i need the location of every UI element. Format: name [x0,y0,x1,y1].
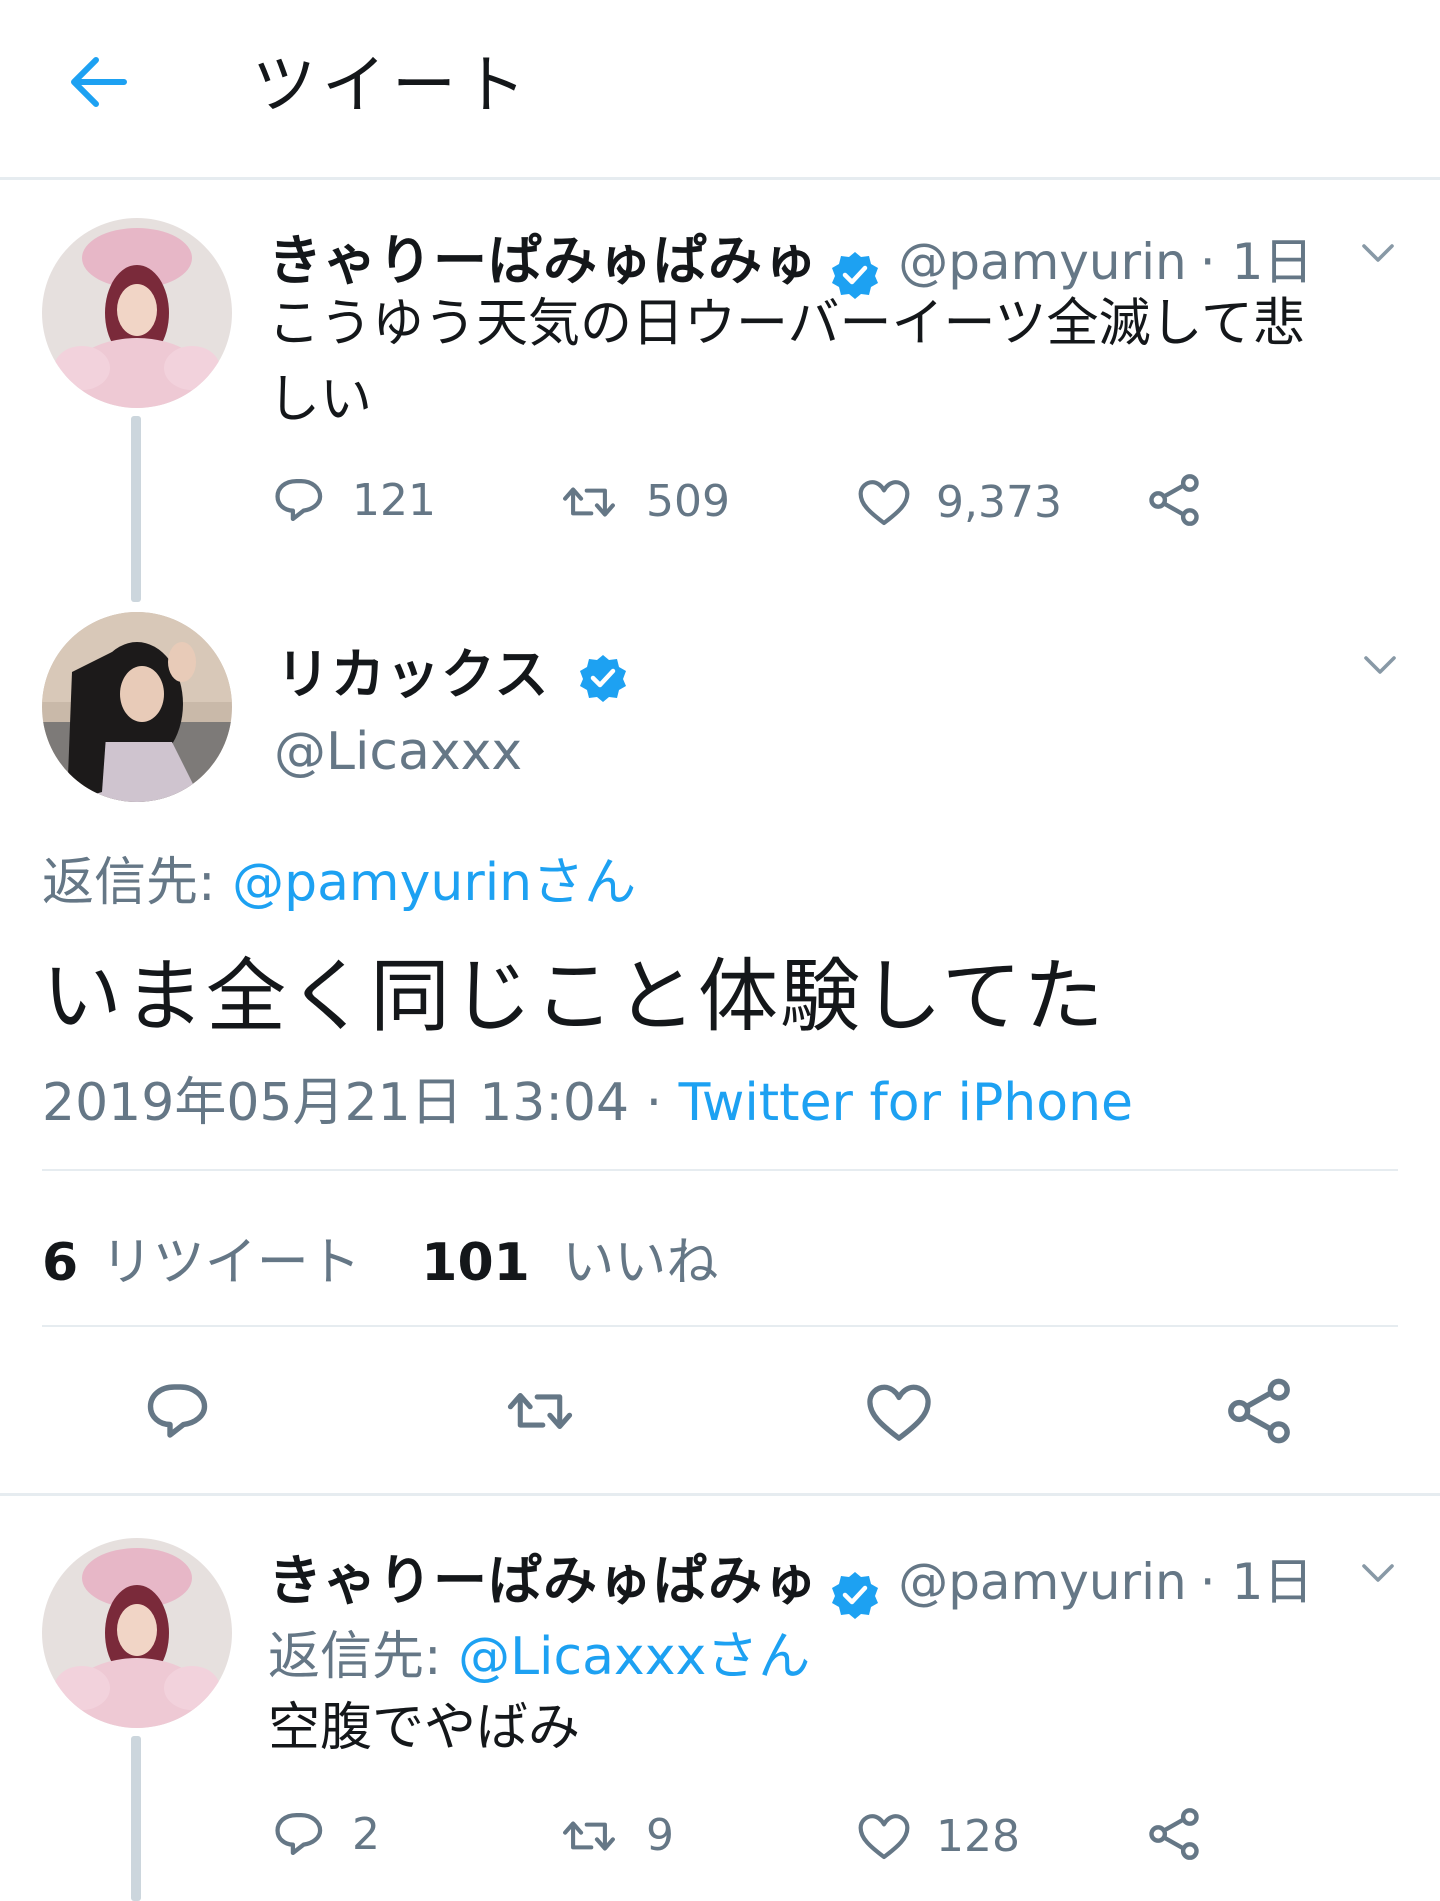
header-bar: ツイート [0,0,1440,178]
retweet-icon [556,477,622,527]
like-total: 101 [421,1233,530,1293]
avatar[interactable] [42,1538,232,1728]
retweet-icon[interactable] [500,1380,580,1442]
avatar[interactable] [42,218,232,408]
user-handle[interactable]: @pamyurin [898,233,1187,291]
chevron-down-icon[interactable] [1362,652,1398,678]
reply-context: 返信先: @Licaxxxさん [268,1614,810,1689]
like-label: いいね [562,1233,719,1293]
reply-button[interactable]: 121 [272,474,436,526]
retweet-total: 6 [42,1233,79,1293]
page-title: ツイート [252,49,532,123]
reply-prefix: 返信先: [42,853,216,913]
heart-icon [856,476,912,528]
thread-line [131,416,141,602]
like-button[interactable]: 128 [856,1810,1020,1862]
main-tweet-text: いま全く同じこと体験してた [42,950,1106,1043]
tweet-date: 2019年05月21日 13:04 [42,1073,630,1133]
chevron-down-icon[interactable] [1360,1560,1396,1586]
tweet-source-link[interactable]: Twitter for iPhone [679,1073,1133,1133]
thread-line [131,1736,141,1901]
reply-to-link[interactable]: @pamyurinさん [232,853,636,913]
user-handle[interactable]: @pamyurin [898,1553,1187,1611]
back-arrow-icon[interactable] [66,50,130,114]
retweet-count: 509 [646,476,730,527]
share-icon [1146,1806,1202,1862]
tweet-text: 空腹でやばみ [268,1698,581,1758]
display-name[interactable]: きゃりーぱみゅぱみゅ [268,229,818,292]
retweet-button[interactable]: 509 [556,476,730,527]
share-button[interactable] [1146,1806,1202,1862]
reply-button[interactable]: 2 [272,1808,380,1860]
share-icon[interactable] [1224,1376,1294,1446]
meta-separator: · [629,1073,679,1133]
engagement-stats: 6 リツイート 101 いいね [42,1220,718,1295]
tweet-text-line: しい [268,370,373,430]
display-name-text: リカックス [276,643,550,706]
like-count: 128 [936,1810,1020,1862]
tweet-text-line: こうゆう天気の日ウーバーイーツ全滅して悲 [268,294,1305,354]
display-name[interactable]: きゃりーぱみゅぱみゅ [268,1549,818,1612]
like-stat[interactable]: 101 いいね [421,1233,718,1293]
verified-badge-icon [831,1570,879,1620]
divider [42,1169,1398,1171]
reply-context: 返信先: @pamyurinさん [42,840,636,915]
reply-count: 2 [352,1808,380,1860]
reply-icon [272,474,328,526]
retweet-count: 9 [646,1810,674,1861]
reply-prefix: 返信先: [268,1627,442,1687]
reply-icon [272,1808,328,1860]
avatar[interactable] [42,612,232,802]
divider [42,1325,1398,1327]
like-count: 9,373 [936,476,1062,528]
heart-icon[interactable] [864,1380,934,1444]
tweet-time: · 1日 [1199,233,1314,291]
tweet-header: きゃりーぱみゅぱみゅ @pamyurin · 1日 [268,1536,1313,1620]
tweet-text: こうゆう天気の日ウーバーイーツ全滅して悲 しい [268,286,1398,438]
section-divider [0,1493,1440,1496]
user-handle[interactable]: @Licaxxx [274,722,522,782]
heart-icon [856,1810,912,1862]
retweet-button[interactable]: 9 [556,1810,674,1861]
retweet-label: リツイート [100,1233,361,1293]
chevron-down-icon[interactable] [1360,240,1396,266]
display-name[interactable]: リカックス [276,630,627,709]
like-button[interactable]: 9,373 [856,476,1062,528]
share-icon [1146,472,1202,528]
share-button[interactable] [1146,472,1202,528]
reply-icon[interactable] [144,1378,214,1444]
tweet-meta: 2019年05月21日 13:04 · Twitter for iPhone [42,1060,1133,1135]
reply-count: 121 [352,474,436,526]
retweet-stat[interactable]: 6 リツイート [42,1233,377,1293]
retweet-icon [556,1811,622,1861]
tweet-time: · 1日 [1199,1553,1314,1611]
verified-badge-icon [579,653,627,703]
header-divider [0,177,1440,180]
reply-to-link[interactable]: @Licaxxxさん [458,1627,810,1687]
